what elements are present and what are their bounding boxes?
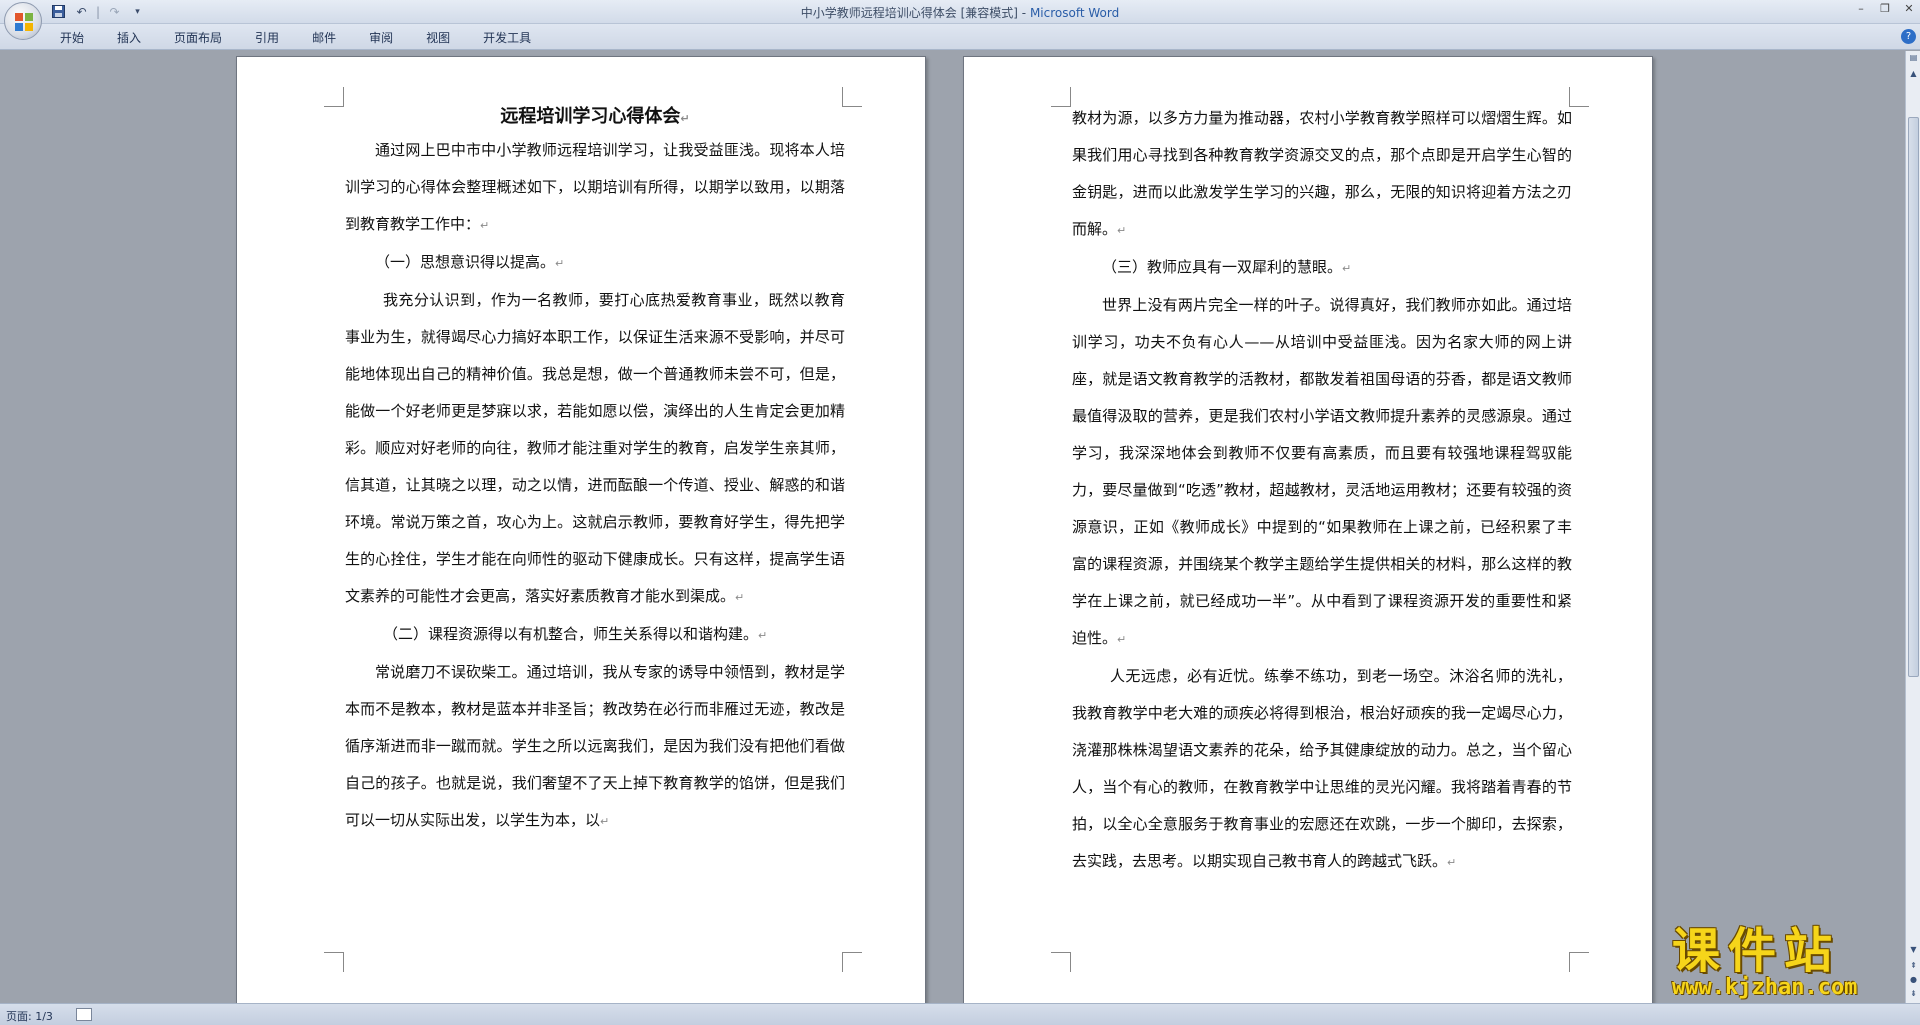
- ribbon-tabs: 开始 插入 页面布局 引用 邮件 审阅 视图 开发工具: [50, 29, 554, 46]
- paragraph: 我充分认识到，作为一名教师，要打心底热爱教育事业，既然以教育事业为生，就得竭尽心…: [345, 282, 845, 616]
- paragraph-text: 通过网上巴中市中小学教师远程培训学习，让我受益匪浅。现将本人培训学习的心得体会整…: [345, 141, 845, 233]
- site-watermark: 课件站 www.kjzhan.com: [1672, 925, 1857, 999]
- scroll-up-icon[interactable]: ▲: [1907, 67, 1920, 81]
- document-heading: 远程培训学习心得体会↵: [500, 106, 690, 127]
- paragraph-mark: ↵: [1342, 262, 1352, 275]
- watermark-title: 课件站: [1672, 923, 1841, 979]
- paragraph-mark: ↵: [735, 591, 745, 604]
- window-title: 中小学教师远程培训心得体会 [兼容模式] - Microsoft Word: [0, 4, 1920, 21]
- paragraph-mark: ↵: [1117, 633, 1127, 646]
- paragraph: 世界上没有两片完全一样的叶子。说得真好，我们教师亦如此。通过培训学习，功夫不负有…: [1072, 287, 1572, 658]
- previous-page-icon[interactable]: ⇞: [1907, 959, 1920, 973]
- paragraph-text: （三）教师应具有一双犀利的慧眼。: [1102, 258, 1343, 276]
- proofing-status-icon[interactable]: [76, 1008, 92, 1021]
- margin-corner-top-right: [1569, 87, 1589, 107]
- next-page-icon[interactable]: ⇟: [1907, 987, 1920, 1001]
- vertical-scrollbar[interactable]: ▤ ▲ ▼ ⇞ ● ⇟: [1905, 51, 1920, 1003]
- page-2: 教材为源，以多方力量为推动器，农村小学教育教学照样可以熠熠生辉。如果我们用心寻找…: [963, 56, 1653, 1003]
- paragraph-text: 我充分认识到，作为一名教师，要打心底热爱教育事业，既然以教育事业为生，就得竭尽心…: [345, 291, 845, 605]
- minimize-icon[interactable]: –: [1854, 2, 1868, 15]
- paragraph: （二）课程资源得以有机整合，师生关系得以和谐构建。↵: [345, 616, 845, 654]
- tab-0[interactable]: 开始: [50, 29, 94, 46]
- paragraph-text: （二）课程资源得以有机整合，师生关系得以和谐构建。: [383, 625, 759, 643]
- browse-object-icon[interactable]: ●: [1907, 973, 1920, 987]
- paragraph-mark: ↵: [1447, 856, 1457, 869]
- tab-2[interactable]: 页面布局: [164, 29, 232, 46]
- paragraph: 通过网上巴中市中小学教师远程培训学习，让我受益匪浅。现将本人培训学习的心得体会整…: [345, 132, 845, 244]
- tab-4[interactable]: 邮件: [302, 29, 346, 46]
- ribbon: 开始 插入 页面布局 引用 邮件 审阅 视图 开发工具 ?: [0, 24, 1920, 50]
- paragraph: 教材为源，以多方力量为推动器，农村小学教育教学照样可以熠熠生辉。如果我们用心寻找…: [1072, 100, 1572, 249]
- page-1-paragraphs: 通过网上巴中市中小学教师远程培训学习，让我受益匪浅。现将本人培训学习的心得体会整…: [345, 132, 845, 840]
- watermark-url: www.kjzhan.com: [1672, 975, 1858, 1000]
- paragraph-text: 世界上没有两片完全一样的叶子。说得真好，我们教师亦如此。通过培训学习，功夫不负有…: [1072, 296, 1572, 647]
- paragraph: 人无远虑，必有近忧。练拳不练功，到老一场空。沐浴名师的洗礼，我教育教学中老大难的…: [1072, 658, 1572, 881]
- ruler-toggle-icon[interactable]: ▤: [1907, 51, 1920, 65]
- office-button[interactable]: [4, 2, 42, 40]
- document-area: 远程培训学习心得体会↵ 通过网上巴中市中小学教师远程培训学习，让我受益匪浅。现将…: [0, 51, 1905, 1003]
- app-name: Microsoft Word: [1029, 6, 1120, 20]
- help-icon[interactable]: ?: [1901, 29, 1916, 44]
- tab-6[interactable]: 视图: [416, 29, 460, 46]
- restore-icon[interactable]: ❐: [1878, 2, 1892, 15]
- close-icon[interactable]: ✕: [1902, 2, 1916, 15]
- margin-corner-top-left: [1051, 87, 1071, 107]
- tab-5[interactable]: 审阅: [359, 29, 403, 46]
- title-separator: -: [1017, 6, 1030, 20]
- office-logo-icon: [15, 13, 33, 31]
- page-count-status[interactable]: 页面: 1/3: [6, 1008, 53, 1024]
- scroll-down-icon[interactable]: ▼: [1907, 943, 1920, 957]
- paragraph-mark: ↵: [480, 219, 490, 232]
- paragraph-text: （一）思想意识得以提高。: [375, 253, 556, 271]
- paragraph-text: 常说磨刀不误砍柴工。通过培训，我从专家的诱导中领悟到，教材是学本而不是教本，教材…: [345, 663, 845, 829]
- paragraph-mark: ↵: [1117, 224, 1127, 237]
- paragraph-text: 人无远虑，必有近忧。练拳不练功，到老一场空。沐浴名师的洗礼，我教育教学中老大难的…: [1072, 667, 1572, 870]
- page-2-body[interactable]: 教材为源，以多方力量为推动器，农村小学教育教学照样可以熠熠生辉。如果我们用心寻找…: [1072, 100, 1572, 881]
- page-1: 远程培训学习心得体会↵ 通过网上巴中市中小学教师远程培训学习，让我受益匪浅。现将…: [236, 56, 926, 1003]
- tab-3[interactable]: 引用: [245, 29, 289, 46]
- paragraph-mark: ↵: [600, 815, 610, 828]
- document-title: 中小学教师远程培训心得体会 [兼容模式]: [800, 6, 1018, 20]
- margin-corner-bottom-left: [324, 952, 344, 972]
- paragraph: （三）教师应具有一双犀利的慧眼。↵: [1072, 249, 1572, 287]
- scrollbar-thumb[interactable]: [1908, 117, 1919, 677]
- paragraph-text: 教材为源，以多方力量为推动器，农村小学教育教学照样可以熠熠生辉。如果我们用心寻找…: [1072, 109, 1572, 238]
- page-1-body[interactable]: 远程培训学习心得体会↵ 通过网上巴中市中小学教师远程培训学习，让我受益匪浅。现将…: [345, 104, 845, 840]
- paragraph: 常说磨刀不误砍柴工。通过培训，我从专家的诱导中领悟到，教材是学本而不是教本，教材…: [345, 654, 845, 840]
- paragraph-mark: ↵: [758, 629, 768, 642]
- tab-7[interactable]: 开发工具: [473, 29, 541, 46]
- margin-corner-bottom-right: [842, 952, 862, 972]
- page-2-paragraphs: 教材为源，以多方力量为推动器，农村小学教育教学照样可以熠熠生辉。如果我们用心寻找…: [1072, 100, 1572, 881]
- window-controls: – ❐ ✕: [1854, 2, 1916, 15]
- paragraph: （一）思想意识得以提高。↵: [345, 244, 845, 282]
- margin-corner-bottom-left: [1051, 952, 1071, 972]
- paragraph-mark: ↵: [555, 257, 565, 270]
- margin-corner-top-left: [324, 87, 344, 107]
- tab-1[interactable]: 插入: [107, 29, 151, 46]
- margin-corner-top-right: [842, 87, 862, 107]
- status-bar: 页面: 1/3: [0, 1003, 1920, 1025]
- title-bar: ↶ | ↷ ▾ 中小学教师远程培训心得体会 [兼容模式] - Microsoft…: [0, 0, 1920, 24]
- margin-corner-bottom-right: [1569, 952, 1589, 972]
